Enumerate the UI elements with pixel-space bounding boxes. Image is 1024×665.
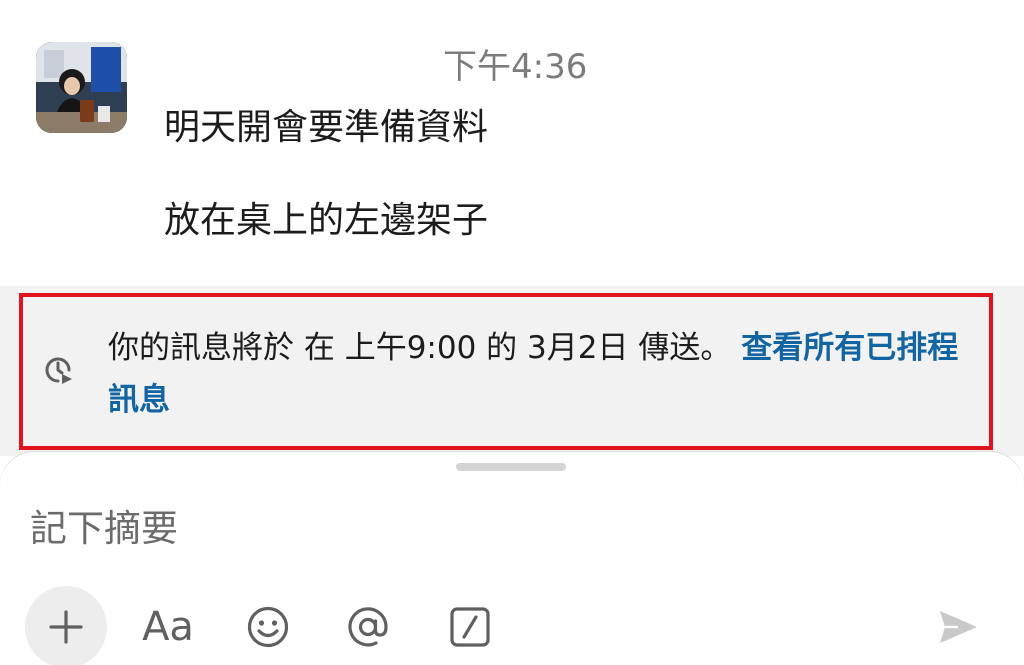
emoji-button[interactable] bbox=[240, 586, 296, 665]
conversation-view: 下午4:36 明天開會要準備資料 放在桌上的左邊架子 你的訊息將於 在 上午9:… bbox=[0, 0, 1024, 665]
emoji-icon bbox=[247, 606, 289, 648]
shortcut-button[interactable] bbox=[442, 586, 498, 665]
message-input[interactable] bbox=[30, 500, 930, 556]
mention-button[interactable] bbox=[340, 586, 396, 665]
scheduled-banner-text: 你的訊息將於 在 上午9:00 的 3月2日 傳送。 查看所有已排程訊息 bbox=[108, 322, 978, 426]
avatar-photo bbox=[36, 42, 127, 133]
clock-schedule-icon bbox=[45, 357, 72, 384]
send-icon bbox=[940, 611, 977, 643]
message-timestamp: 下午4:36 bbox=[443, 47, 588, 87]
message-text: 放在桌上的左邊架子 bbox=[164, 200, 489, 241]
text-format-button[interactable]: Aa bbox=[138, 586, 198, 665]
plus-icon bbox=[49, 610, 83, 644]
sheet-drag-handle[interactable] bbox=[456, 463, 566, 471]
send-button[interactable] bbox=[930, 586, 986, 665]
scheduled-info-text: 你的訊息將於 在 上午9:00 的 3月2日 傳送。 bbox=[108, 330, 732, 366]
avatar[interactable] bbox=[36, 42, 127, 133]
format-label: Aa bbox=[142, 604, 194, 650]
add-attachment-button[interactable] bbox=[25, 586, 107, 665]
at-icon bbox=[348, 607, 388, 647]
slash-command-icon bbox=[450, 607, 490, 647]
message-text: 明天開會要準備資料 bbox=[164, 107, 489, 148]
